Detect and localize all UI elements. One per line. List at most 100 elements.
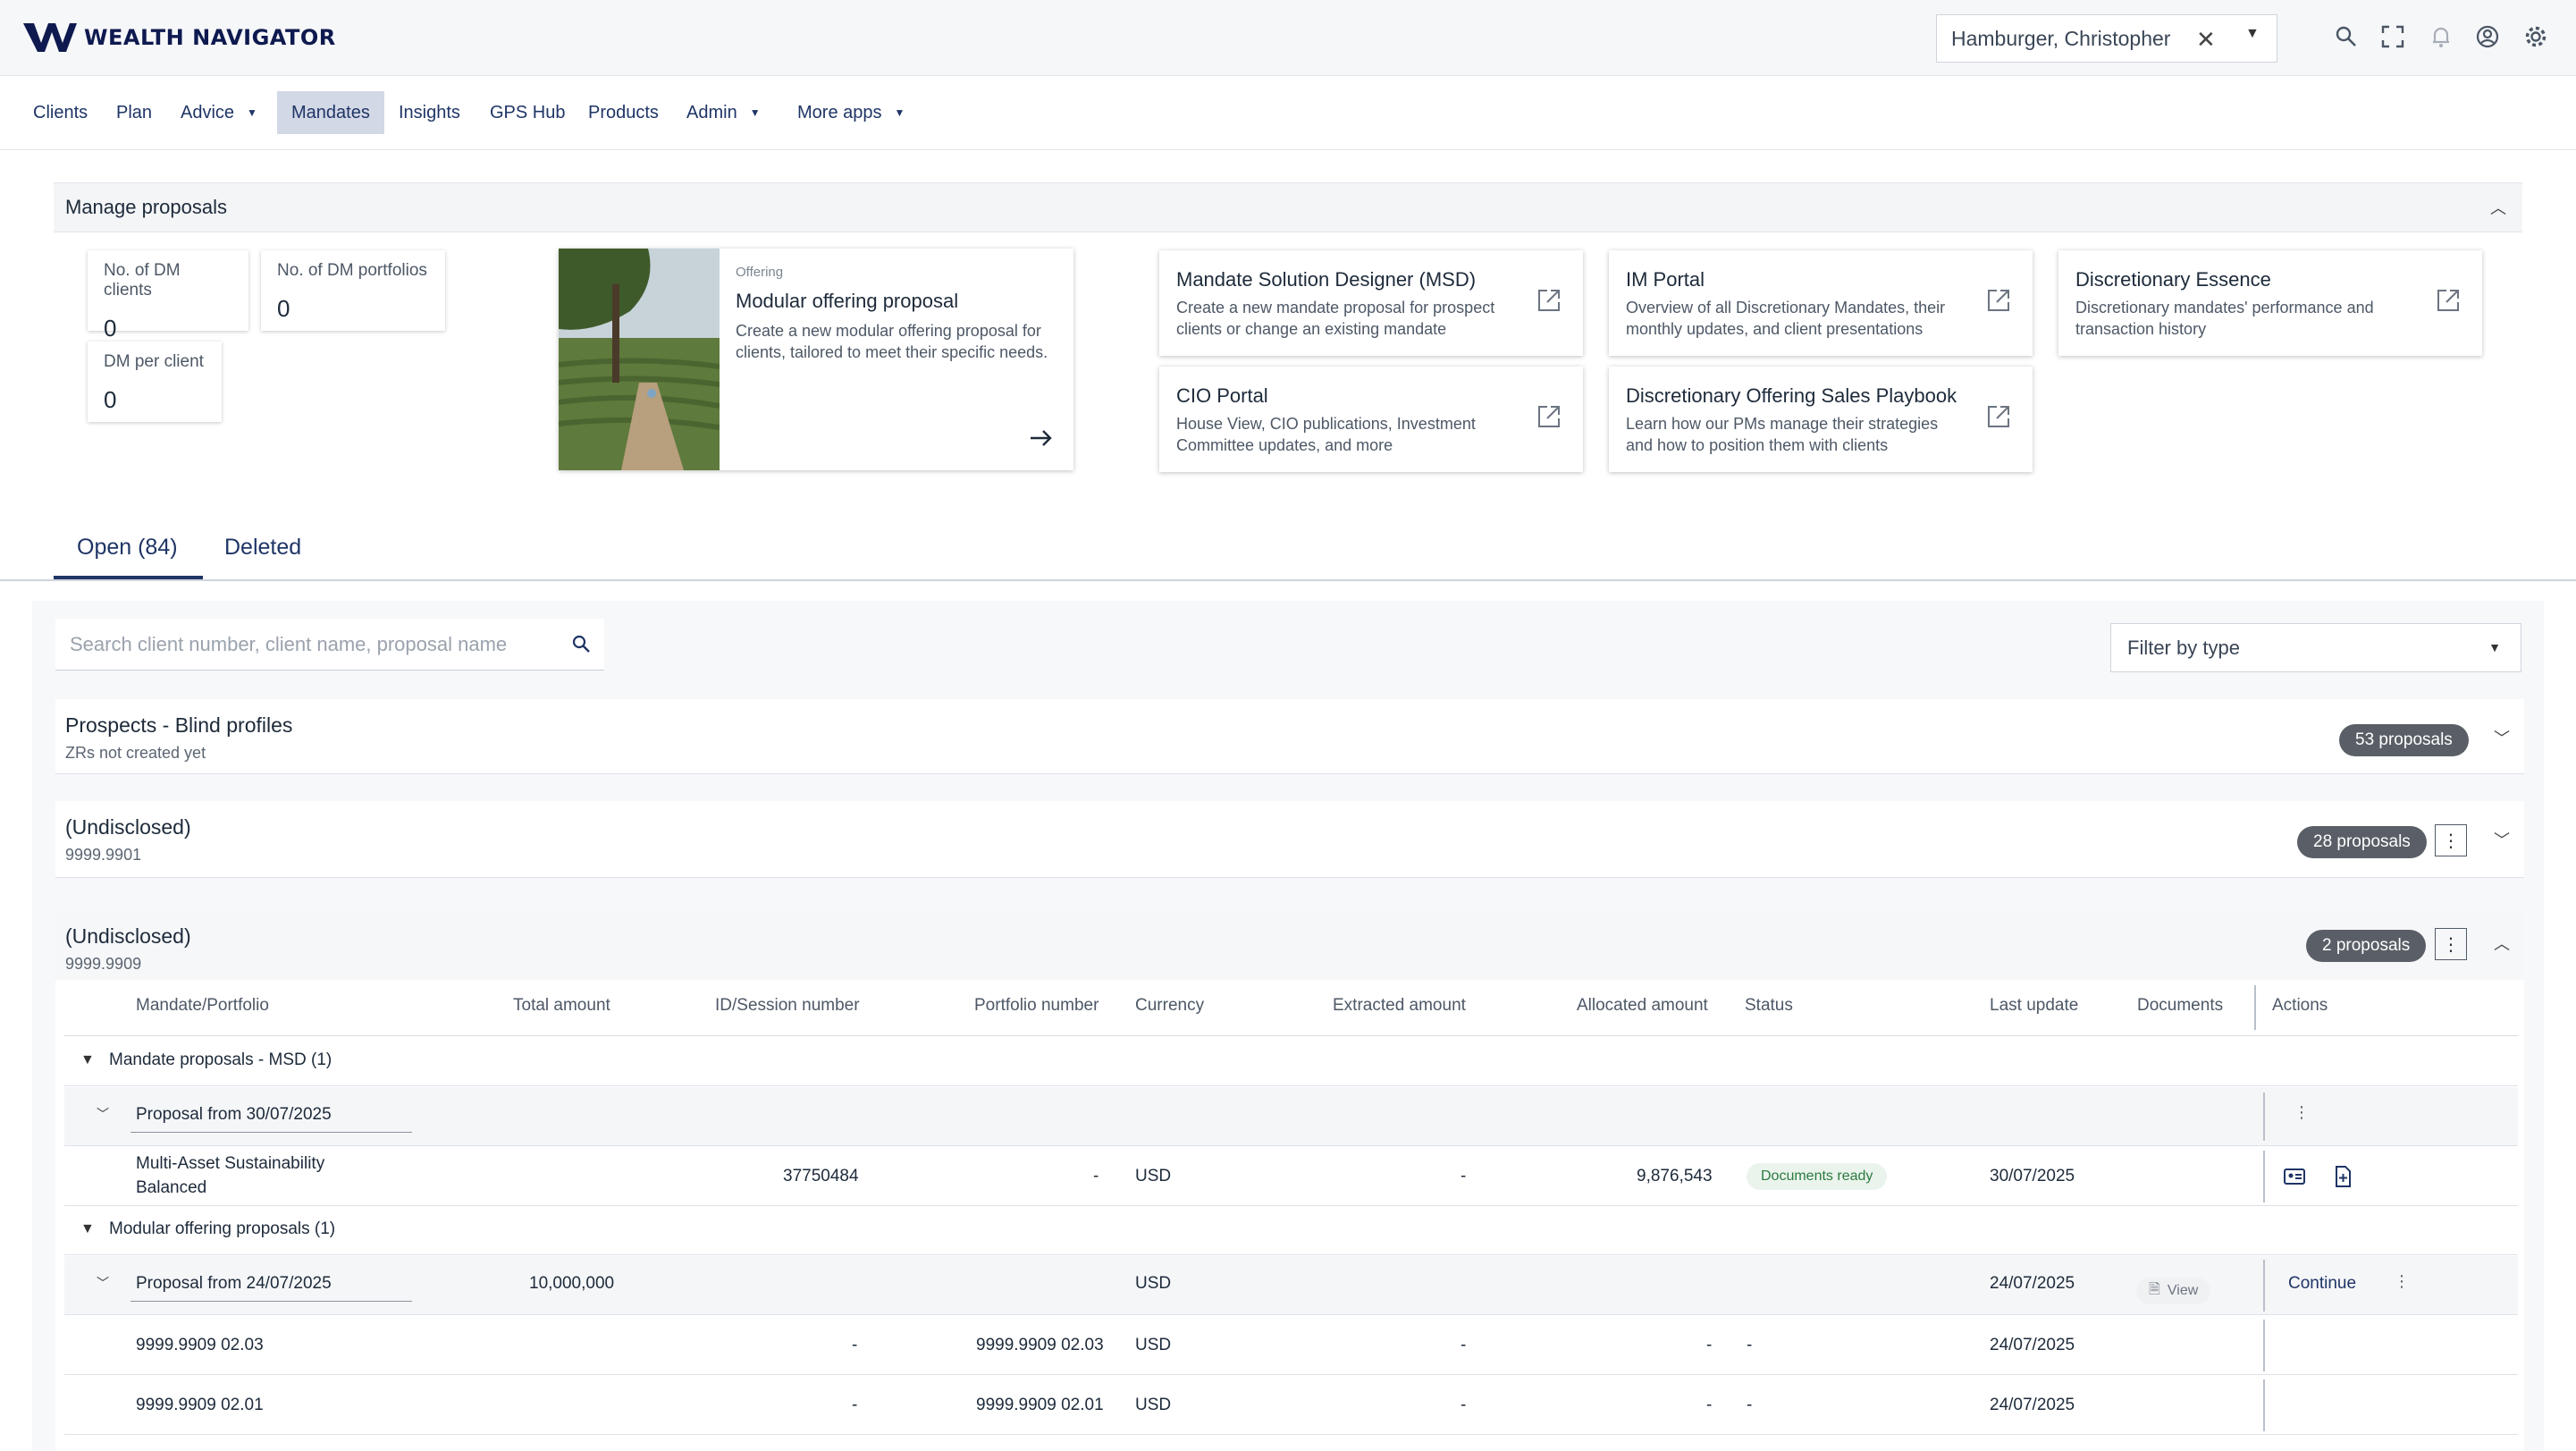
search-input[interactable] [70, 632, 552, 656]
proposal-tabs: Open (84) Deleted [0, 519, 2576, 581]
arrow-right-icon[interactable] [1027, 424, 1056, 452]
group-undisclosed-9909[interactable]: (Undisclosed) 9999.9909 2 proposals ⋮ ︿ [55, 910, 2524, 980]
more-options-icon[interactable]: ⋮ [2294, 1103, 2310, 1122]
proposal-name-field[interactable] [130, 1301, 412, 1302]
document-icon: 🗎 [2149, 1281, 2160, 1297]
more-options-icon[interactable]: ⋮ [2435, 824, 2467, 856]
chevron-down-icon: ▼ [2488, 640, 2501, 654]
chevron-down-icon[interactable]: ﹀ [2494, 828, 2510, 851]
offering-description: Create a new modular offering proposal f… [736, 322, 1048, 361]
search-icon[interactable] [570, 633, 592, 654]
col-status[interactable]: Status [1745, 996, 1793, 1016]
filter-by-type-select[interactable]: Filter by type ▼ [2110, 623, 2521, 672]
add-document-icon[interactable] [2331, 1165, 2354, 1188]
col-allocated-amount[interactable]: Allocated amount [1577, 996, 1708, 1016]
col-id-session[interactable]: ID/Session number [715, 996, 860, 1016]
chevron-down-icon[interactable]: ﹀ [97, 1274, 109, 1292]
view-document-button[interactable]: 🗎 View [2136, 1278, 2211, 1304]
proposal-name-field[interactable] [130, 1132, 412, 1133]
client-name: Hamburger, Christopher [1951, 26, 2171, 50]
col-total-amount[interactable]: Total amount [513, 996, 610, 1016]
proposal-row-30-07[interactable]: ﹀ Proposal from 30/07/2025 ⋮ [64, 1087, 2518, 1146]
caret-down-icon: ▼ [247, 106, 257, 119]
chevron-down-icon[interactable]: ﹀ [2494, 726, 2510, 749]
nav-mandates[interactable]: Mandates [277, 91, 384, 134]
nav-plan[interactable]: Plan [102, 91, 166, 134]
caret-down-icon[interactable]: ▼ [80, 1052, 95, 1068]
col-currency[interactable]: Currency [1135, 996, 1204, 1016]
chevron-up-icon[interactable]: ︿ [2490, 196, 2506, 219]
caret-down-icon: ▼ [894, 106, 905, 119]
group-prospects[interactable]: Prospects - Blind profiles ZRs not creat… [55, 699, 2524, 774]
more-options-icon[interactable]: ⋮ [2394, 1272, 2410, 1291]
proposals-table: Mandate/Portfolio Total amount ID/Sessio… [55, 980, 2524, 1451]
proposal-count-badge: 53 proposals [2339, 724, 2469, 756]
client-card-icon[interactable] [2283, 1165, 2306, 1188]
offering-title: Modular offering proposal [736, 290, 959, 312]
caret-down-icon: ▼ [749, 106, 761, 119]
column-divider [2254, 985, 2256, 1030]
msd-link-card[interactable]: Mandate Solution Designer (MSD) Create a… [1159, 250, 1583, 356]
logo-w-icon [23, 23, 77, 52]
col-extracted-amount[interactable]: Extracted amount [1333, 996, 1466, 1016]
sales-playbook-link-card[interactable]: Discretionary Offering Sales Playbook Le… [1609, 367, 2033, 472]
status-badge: Documents ready [1747, 1163, 1888, 1190]
tab-open[interactable]: Open (84) [77, 535, 178, 561]
group-undisclosed-9901[interactable]: (Undisclosed) 9999.9901 28 proposals ⋮ ﹀ [55, 801, 2524, 878]
settings-gear-icon[interactable] [2521, 21, 2551, 52]
cio-portal-link-card[interactable]: CIO Portal House View, CIO publications,… [1159, 367, 1583, 472]
chevron-down-icon[interactable]: ﹀ [97, 1105, 109, 1123]
external-link-icon [1988, 406, 2009, 427]
table-row[interactable]: 9999.9909 02.03 - 9999.9909 02.03 USD - … [64, 1316, 2518, 1375]
table-row[interactable]: 9999.9909 02.01 - 9999.9909 02.01 USD - … [64, 1376, 2518, 1435]
bell-icon[interactable] [2426, 21, 2456, 52]
app-logo[interactable]: WEALTH NAVIGATOR [23, 20, 336, 55]
stat-dm-per-client: DM per client 0 [88, 342, 222, 422]
chevron-down-icon[interactable]: ▼ [2245, 26, 2260, 42]
nav-admin[interactable]: Admin ▼ [672, 91, 775, 134]
section-modular[interactable]: ▼ Modular offering proposals (1) [64, 1207, 2518, 1255]
external-link-icon [1538, 406, 1560, 427]
logo-text: WEALTH NAVIGATOR [84, 25, 336, 50]
proposal-row-24-07[interactable]: ﹀ Proposal from 24/07/2025 10,000,000 US… [64, 1256, 2518, 1315]
nav-products[interactable]: Products [574, 91, 673, 134]
manage-proposals-header[interactable]: Manage proposals ︿ [54, 182, 2522, 232]
fullscreen-icon[interactable] [2378, 21, 2408, 52]
app-header: WEALTH NAVIGATOR Hamburger, Christopher … [0, 0, 2576, 76]
search-icon[interactable] [2331, 21, 2361, 52]
discretionary-essence-link-card[interactable]: Discretionary Essence Discretionary mand… [2058, 250, 2482, 356]
caret-down-icon[interactable]: ▼ [80, 1221, 95, 1237]
stat-dm-clients: No. of DM clients 0 [88, 250, 248, 342]
proposal-count-badge: 28 proposals [2297, 826, 2427, 858]
proposal-count-badge: 2 proposals [2306, 930, 2427, 962]
user-profile-icon[interactable] [2472, 21, 2503, 52]
tab-deleted[interactable]: Deleted [224, 535, 301, 561]
stat-dm-portfolios: No. of DM portfolios 0 [261, 250, 445, 331]
external-link-icon [1988, 290, 2009, 311]
column-divider [2263, 1151, 2265, 1202]
nav-more-apps[interactable]: More apps ▼ [783, 91, 919, 134]
search-field[interactable] [55, 619, 604, 671]
column-divider [2263, 1092, 2265, 1141]
nav-clients[interactable]: Clients [19, 91, 102, 134]
col-documents[interactable]: Documents [2137, 996, 2223, 1016]
clear-client-icon[interactable]: ✕ [2196, 26, 2216, 54]
nav-gps-hub[interactable]: GPS Hub [476, 91, 579, 134]
section-msd[interactable]: ▼ Mandate proposals - MSD (1) [64, 1036, 2518, 1086]
column-divider [2263, 1379, 2265, 1431]
im-portal-link-card[interactable]: IM Portal Overview of all Discretionary … [1609, 250, 2033, 356]
nav-insights[interactable]: Insights [384, 91, 475, 134]
table-row[interactable]: Multi-Asset Sustainability Balanced 3775… [64, 1147, 2518, 1206]
client-selector[interactable]: Hamburger, Christopher ✕ ▼ [1936, 14, 2277, 63]
modular-offering-card[interactable]: Offering Modular offering proposal Creat… [559, 249, 1073, 470]
continue-button[interactable]: Continue [2288, 1274, 2356, 1294]
more-options-icon[interactable]: ⋮ [2435, 928, 2467, 960]
column-divider [2263, 1260, 2265, 1312]
nav-advice[interactable]: Advice ▼ [166, 91, 272, 134]
col-mandate-portfolio[interactable]: Mandate/Portfolio [136, 996, 269, 1016]
col-last-update[interactable]: Last update [1990, 996, 2078, 1016]
chevron-up-icon[interactable]: ︿ [2494, 932, 2510, 955]
column-divider [2263, 1320, 2265, 1371]
col-actions: Actions [2272, 996, 2328, 1015]
col-portfolio-number[interactable]: Portfolio number [974, 996, 1099, 1016]
